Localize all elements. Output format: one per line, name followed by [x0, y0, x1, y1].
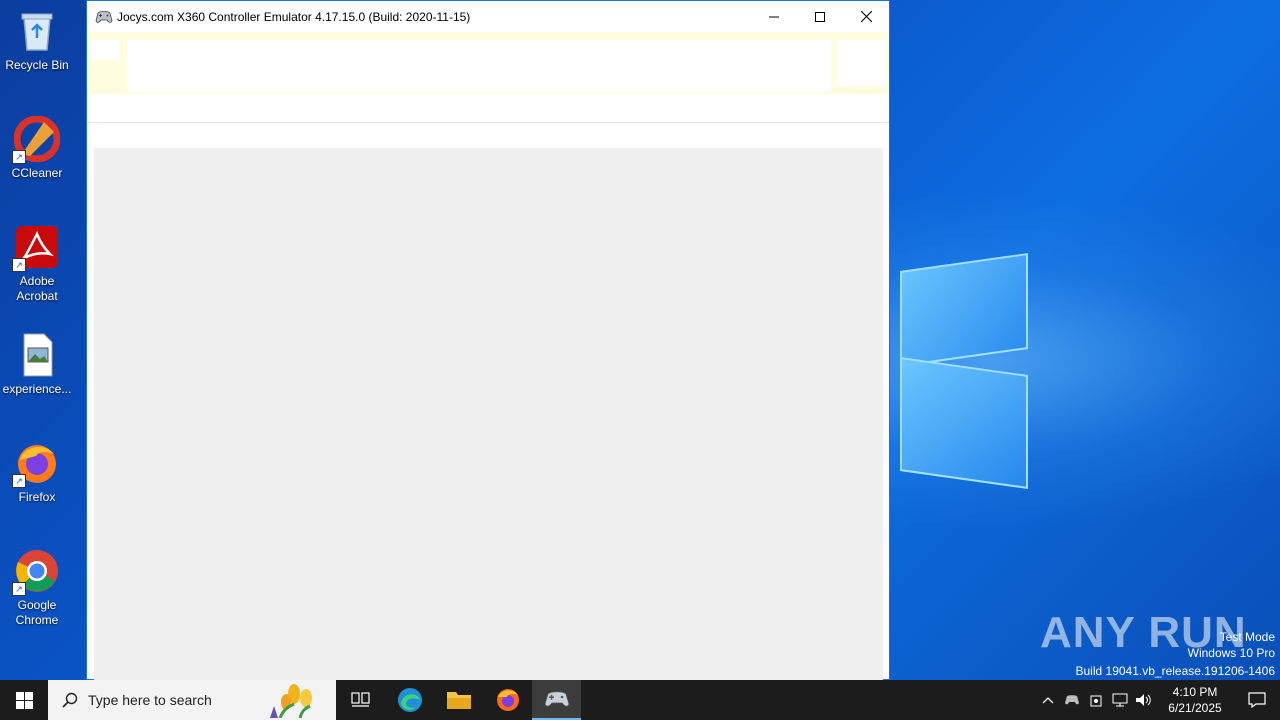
taskbar-file-explorer[interactable]: [434, 680, 483, 720]
maximize-button[interactable]: [797, 1, 843, 32]
taskbar-edge[interactable]: [385, 680, 434, 720]
toolbar-panel-left: [89, 40, 119, 60]
desktop-icon-adobe-acrobat[interactable]: ↗ Adobe Acrobat: [2, 224, 72, 304]
tray-device-icon[interactable]: [1084, 680, 1108, 720]
taskbar-firefox[interactable]: [483, 680, 532, 720]
edge-icon: [397, 688, 422, 712]
window-titlebar[interactable]: Jocys.com X360 Controller Emulator 4.17.…: [87, 1, 889, 32]
task-view-icon: [350, 692, 370, 707]
gamepad-icon: [95, 10, 113, 24]
search-icon: [62, 692, 78, 708]
windows-logo-wallpaper: [900, 242, 1028, 489]
chevron-up-icon: [1042, 697, 1054, 704]
ccleaner-icon: ↗: [12, 115, 61, 164]
toolbar-panel-right: [837, 40, 885, 86]
firefox-icon: [496, 689, 519, 711]
desktop-icon-label: Adobe Acrobat: [16, 274, 58, 303]
maximize-icon: [815, 11, 825, 22]
desktop-icon-ccleaner[interactable]: ↗ CCleaner: [2, 115, 72, 181]
taskbar-x360ce[interactable]: [532, 680, 581, 720]
taskbar: Type here to search 4:10 PM 6/21/2025: [0, 680, 1280, 720]
desktop-icon-recycle-bin[interactable]: Recycle Bin: [2, 8, 72, 73]
desktop-icon-experience[interactable]: experience...: [2, 332, 72, 397]
search-highlight-flowers-icon: [260, 682, 330, 720]
notification-center-button[interactable]: [1234, 680, 1280, 720]
desktop-icon-firefox[interactable]: ↗ Firefox: [2, 440, 72, 505]
adobe-acrobat-icon: ↗: [12, 224, 60, 272]
firefox-icon: ↗: [12, 440, 60, 488]
network-icon[interactable]: [1108, 680, 1132, 720]
window-title: Jocys.com X360 Controller Emulator 4.17.…: [117, 9, 471, 24]
start-button[interactable]: [0, 680, 48, 720]
desktop-icon-label: experience...: [2, 382, 72, 396]
minimize-button[interactable]: [751, 1, 797, 32]
desktop-icon-label: CCleaner: [11, 166, 63, 180]
search-placeholder: Type here to search: [88, 692, 212, 708]
volume-icon[interactable]: [1132, 680, 1156, 720]
task-view-button[interactable]: [336, 680, 385, 720]
toolbar-panel-main: [127, 40, 831, 92]
desktop-icon-label: Recycle Bin: [5, 58, 69, 72]
tab-strip: [87, 94, 889, 123]
clock[interactable]: 4:10 PM 6/21/2025: [1156, 684, 1234, 716]
chrome-icon: ↗: [12, 548, 60, 596]
desktop-icon-label: Google Chrome: [15, 598, 59, 627]
image-file-icon: [14, 332, 60, 378]
x360ce-window: Jocys.com X360 Controller Emulator 4.17.…: [86, 0, 890, 681]
close-button[interactable]: [843, 1, 889, 32]
desktop-icon-google-chrome[interactable]: ↗ Google Chrome: [2, 548, 72, 628]
main-content-panel: [94, 148, 883, 681]
notification-icon: [1248, 692, 1266, 708]
watermark-test-mode: Test Mode: [1219, 630, 1275, 644]
minimize-icon: [769, 16, 779, 17]
windows-start-icon: [15, 691, 33, 709]
watermark-build: Build 19041.vb_release.191206-1406: [1075, 664, 1276, 678]
file-explorer-icon: [446, 692, 471, 709]
show-hidden-icons-button[interactable]: [1036, 680, 1060, 720]
watermark-os: Windows 10 Pro: [1187, 646, 1275, 660]
tray-gamepad-icon[interactable]: [1060, 680, 1084, 720]
system-tray: 4:10 PM 6/21/2025: [1036, 680, 1280, 720]
desktop-icon-label: Firefox: [18, 490, 56, 504]
close-icon: [860, 11, 872, 22]
search-box[interactable]: Type here to search: [48, 680, 336, 720]
toolbar-area: [87, 32, 889, 94]
recycle-bin-icon: [14, 8, 60, 54]
x360ce-icon: [544, 691, 569, 707]
clock-time: 4:10 PM: [1172, 685, 1218, 699]
clock-date: 6/21/2025: [1168, 701, 1222, 715]
